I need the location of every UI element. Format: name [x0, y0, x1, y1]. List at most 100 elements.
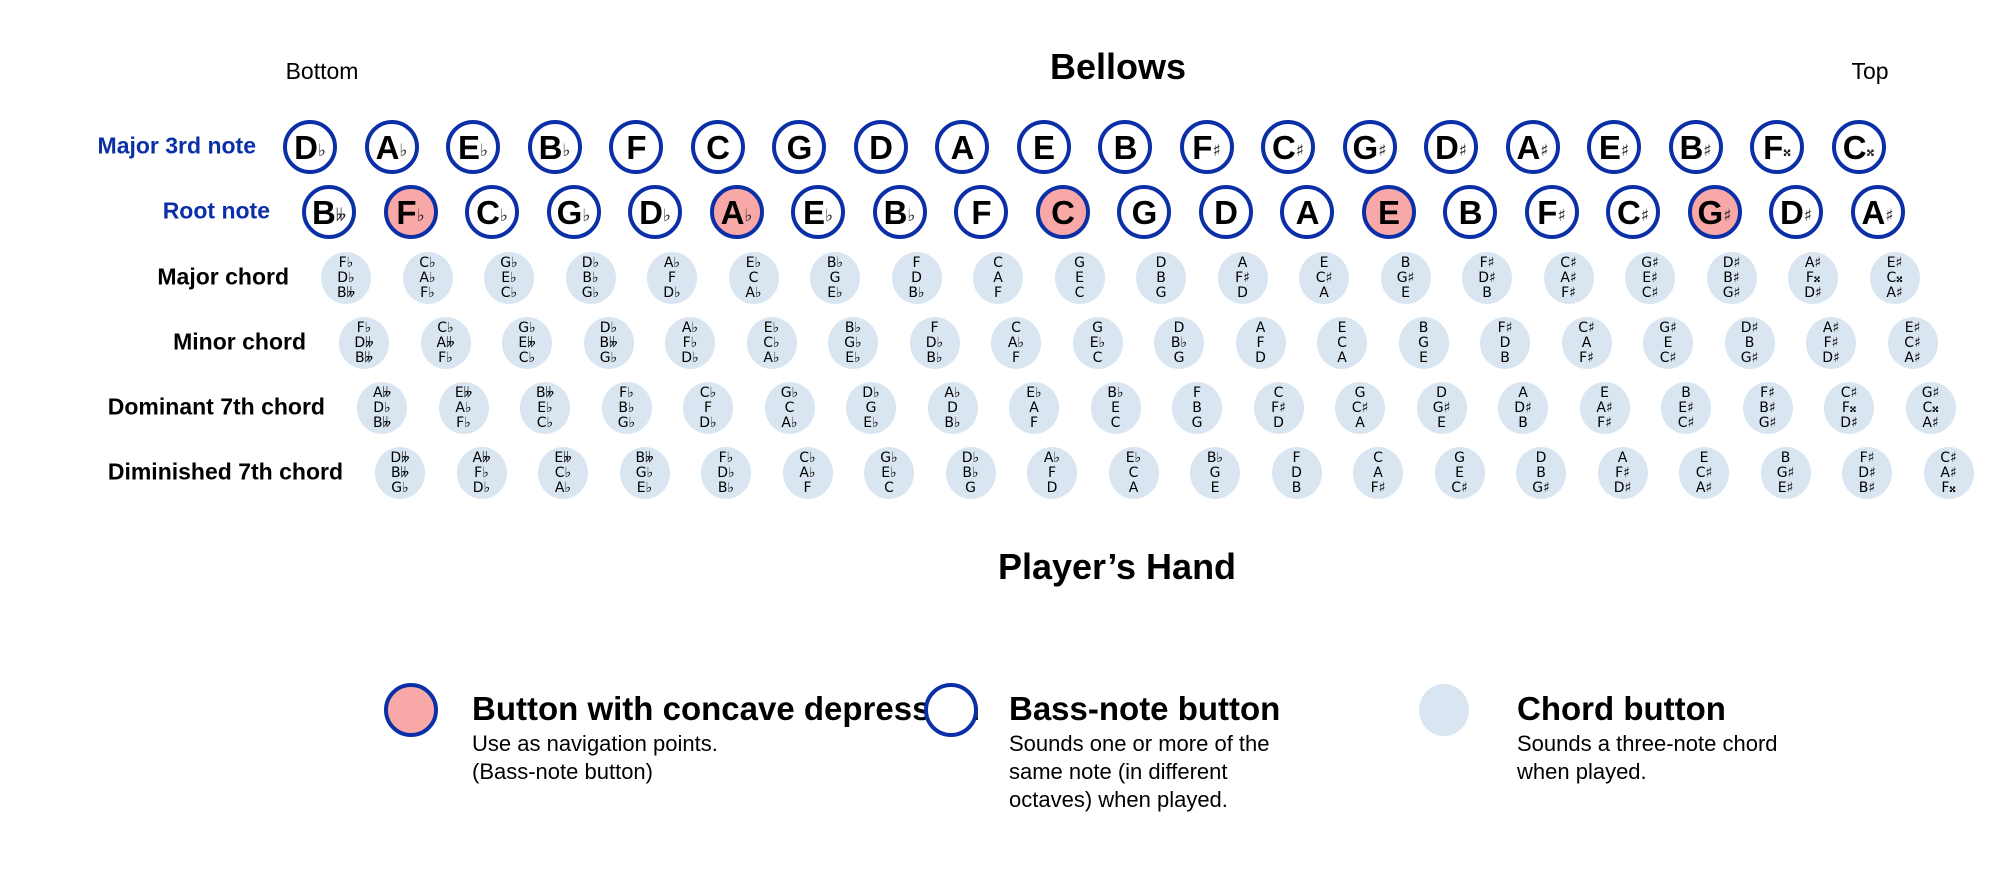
minor-chord-button[interactable]: F♯ D B	[1480, 317, 1530, 369]
diminished7-chord-button[interactable]: B♭ G E	[1190, 447, 1240, 499]
minor-chord-button[interactable]: D♯ B G♯	[1724, 317, 1775, 369]
minor-chord-button[interactable]: C♯ A F♯	[1561, 317, 1612, 369]
concave-root-bass-button[interactable]: G ♯	[1687, 185, 1742, 239]
major-chord-button[interactable]: B♭ G E♭	[810, 252, 860, 304]
diminished7-chord-button[interactable]: E C♯ A♯	[1679, 447, 1729, 499]
minor-chord-button[interactable]: F♭ D𝄫 B𝄫	[339, 317, 389, 369]
dominant7-chord-button[interactable]: D♭ G E♭	[846, 382, 896, 434]
root-bass-button[interactable]: G ♭	[546, 185, 601, 239]
major-chord-button[interactable]: F♯ D♯ B	[1462, 252, 1512, 304]
diminished7-chord-button[interactable]: C♭ A♭ F	[782, 447, 833, 499]
root-bass-button[interactable]: E ♭	[791, 185, 845, 239]
diminished7-chord-button[interactable]: D♭ B♭ G	[945, 447, 996, 499]
dominant7-chord-button[interactable]: E A♯ F♯	[1579, 382, 1630, 434]
major3rd-bass-button[interactable]: A ♭	[364, 120, 419, 174]
major-chord-button[interactable]: E C♯ A	[1299, 252, 1349, 304]
major3rd-bass-button[interactable]: B ♭	[527, 120, 582, 174]
major3rd-bass-button[interactable]: F	[609, 120, 663, 174]
root-bass-button[interactable]: A	[1280, 185, 1334, 239]
major3rd-bass-button[interactable]: C 𝄪	[1831, 120, 1886, 174]
major3rd-bass-button[interactable]: E ♯	[1587, 120, 1641, 174]
minor-chord-button[interactable]: E♯ C♯ A♯	[1887, 317, 1938, 369]
major3rd-bass-button[interactable]: A ♯	[1505, 120, 1560, 174]
minor-chord-button[interactable]: F D♭ B♭	[909, 317, 960, 369]
root-bass-button[interactable]: D ♭	[628, 185, 682, 239]
major3rd-bass-button[interactable]: D	[853, 120, 908, 174]
dominant7-chord-button[interactable]: G♯ C𝄪 A♯	[1905, 382, 1956, 434]
root-bass-button[interactable]: D	[1198, 185, 1253, 239]
minor-chord-button[interactable]: G♯ E C♯	[1643, 317, 1693, 369]
major-chord-button[interactable]: G♭ E♭ C♭	[484, 252, 534, 304]
dominant7-chord-button[interactable]: B E♯ C♯	[1661, 382, 1711, 434]
minor-chord-button[interactable]: D♭ B𝄫 G♭	[583, 317, 634, 369]
concave-root-bass-button[interactable]: E	[1361, 185, 1416, 239]
root-bass-button[interactable]: B	[1443, 185, 1497, 239]
major3rd-bass-button[interactable]: G ♯	[1342, 120, 1397, 174]
minor-chord-button[interactable]: C♭ A𝄫 F♭	[420, 317, 471, 369]
dominant7-chord-button[interactable]: A𝄫 D♭ B𝄫	[357, 382, 407, 434]
minor-chord-button[interactable]: C A♭ F	[991, 317, 1041, 369]
diminished7-chord-button[interactable]: A♭ F D	[1027, 447, 1077, 499]
major-chord-button[interactable]: A♭ F D♭	[647, 252, 697, 304]
major-chord-button[interactable]: A♯ F𝄪 D♯	[1788, 252, 1838, 304]
major3rd-bass-button[interactable]: F 𝄪	[1750, 120, 1804, 174]
diminished7-chord-button[interactable]: A F♯ D♯	[1597, 447, 1648, 499]
diminished7-chord-button[interactable]: B𝄫 G♭ E♭	[619, 447, 670, 499]
diminished7-chord-button[interactable]: G E C♯	[1434, 447, 1485, 499]
root-bass-button[interactable]: B 𝄫	[302, 185, 356, 239]
major3rd-bass-button[interactable]: D ♭	[283, 120, 337, 174]
major3rd-bass-button[interactable]: F ♯	[1179, 120, 1234, 174]
dominant7-chord-button[interactable]: E𝄫 A♭ F♭	[438, 382, 489, 434]
major-chord-button[interactable]: D♯ B♯ G♯	[1706, 252, 1757, 304]
diminished7-chord-button[interactable]: FDB	[1271, 447, 1322, 499]
major-chord-button[interactable]: F D B♭	[891, 252, 942, 304]
major3rd-bass-button[interactable]: B	[1098, 120, 1152, 174]
dominant7-chord-button[interactable]: F♭ B♭ G♭	[601, 382, 652, 434]
root-bass-button[interactable]: A ♯	[1850, 185, 1905, 239]
minor-chord-button[interactable]: A♭ F♭ D♭	[665, 317, 715, 369]
major3rd-bass-button[interactable]: D ♯	[1424, 120, 1478, 174]
diminished7-chord-button[interactable]: B G♯ E♯	[1760, 447, 1811, 499]
concave-root-bass-button[interactable]: A ♭	[709, 185, 764, 239]
diminished7-chord-button[interactable]: F♯ D♯ B♯	[1842, 447, 1892, 499]
minor-chord-button[interactable]: ECA	[1317, 317, 1367, 369]
major-chord-button[interactable]: D♭ B♭ G♭	[565, 252, 616, 304]
major3rd-bass-button[interactable]: B ♯	[1668, 120, 1723, 174]
root-bass-button[interactable]: C ♯	[1606, 185, 1660, 239]
root-bass-button[interactable]: C ♭	[465, 185, 519, 239]
minor-chord-button[interactable]: D B♭ G	[1154, 317, 1204, 369]
minor-chord-button[interactable]: E♭ C♭ A♭	[746, 317, 797, 369]
diminished7-chord-button[interactable]: D𝄫 B𝄫 G♭	[375, 447, 425, 499]
minor-chord-button[interactable]: AFD	[1235, 317, 1286, 369]
root-bass-button[interactable]: F	[954, 185, 1008, 239]
minor-chord-button[interactable]: BGE	[1398, 317, 1449, 369]
diminished7-chord-button[interactable]: G♭ E♭ C	[864, 447, 914, 499]
major-chord-button[interactable]: DBG	[1136, 252, 1186, 304]
major3rd-bass-button[interactable]: G	[772, 120, 826, 174]
dominant7-chord-button[interactable]: D G♯ E	[1416, 382, 1467, 434]
major-chord-button[interactable]: B G♯ E	[1380, 252, 1431, 304]
diminished7-chord-button[interactable]: F♭ D♭ B♭	[701, 447, 751, 499]
diminished7-chord-button[interactable]: C♯ A♯ F𝄪	[1923, 447, 1974, 499]
dominant7-chord-button[interactable]: C♭ F D♭	[683, 382, 733, 434]
dominant7-chord-button[interactable]: E♭ A F	[1009, 382, 1059, 434]
major-chord-button[interactable]: C♭ A♭ F♭	[402, 252, 453, 304]
root-bass-button[interactable]: D ♯	[1769, 185, 1823, 239]
dominant7-chord-button[interactable]: C♯ F𝄪 D♯	[1824, 382, 1874, 434]
minor-chord-button[interactable]: G E♭ C	[1072, 317, 1123, 369]
minor-chord-button[interactable]: A♯ F♯ D♯	[1806, 317, 1856, 369]
diminished7-chord-button[interactable]: D B G♯	[1516, 447, 1566, 499]
diminished7-chord-button[interactable]: E♭ C A	[1108, 447, 1159, 499]
major-chord-button[interactable]: A F♯ D	[1217, 252, 1268, 304]
concave-root-bass-button[interactable]: C	[1035, 185, 1090, 239]
major3rd-bass-button[interactable]: E	[1016, 120, 1071, 174]
diminished7-chord-button[interactable]: E𝄫 C♭ A♭	[538, 447, 588, 499]
root-bass-button[interactable]: B ♭	[872, 185, 927, 239]
major-chord-button[interactable]: GEC	[1054, 252, 1105, 304]
dominant7-chord-button[interactable]: C F♯ D	[1253, 382, 1304, 434]
concave-root-bass-button[interactable]: F ♭	[383, 185, 438, 239]
major-chord-button[interactable]: F♭ D♭ B𝄫	[321, 252, 371, 304]
dominant7-chord-button[interactable]: FBG	[1172, 382, 1222, 434]
major3rd-bass-button[interactable]: E ♭	[446, 120, 500, 174]
dominant7-chord-button[interactable]: A D♯ B	[1498, 382, 1548, 434]
